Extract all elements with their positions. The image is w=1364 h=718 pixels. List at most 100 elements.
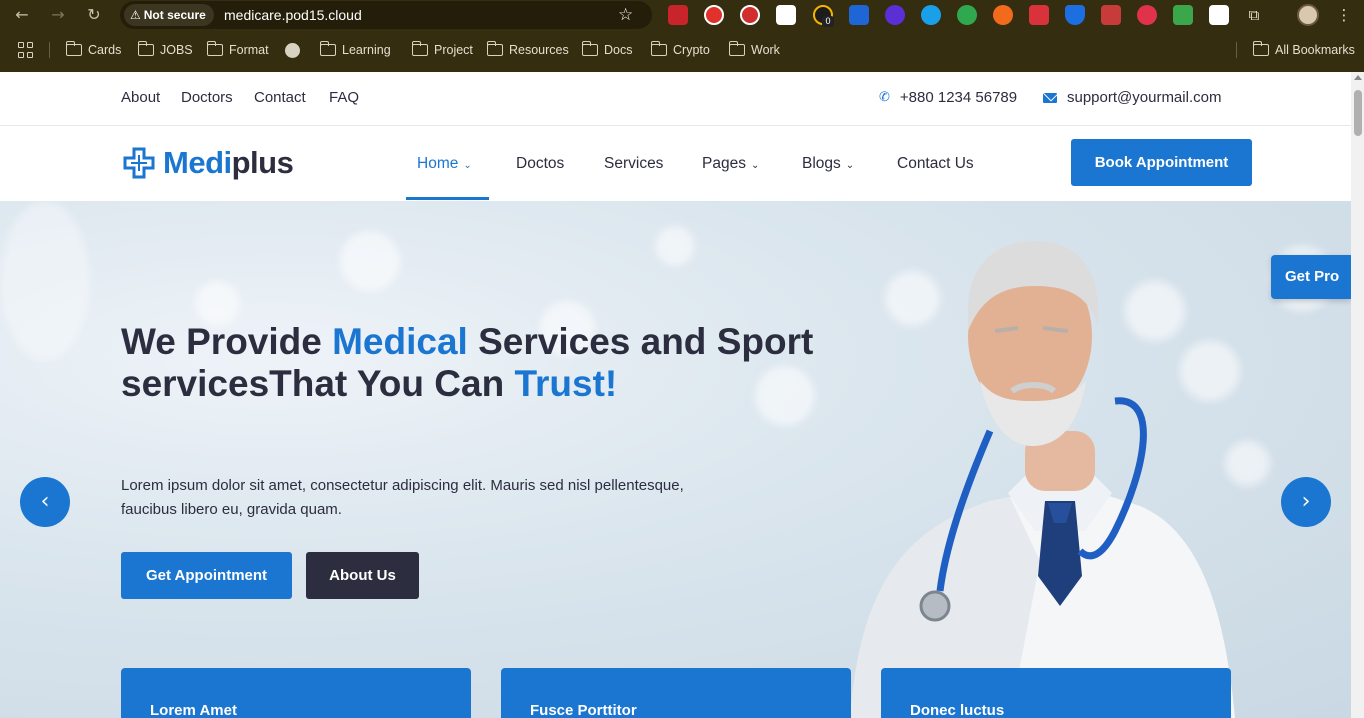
active-nav-indicator [406, 197, 489, 200]
qr-code-icon[interactable] [1209, 5, 1229, 25]
scrollbar-thumb[interactable] [1354, 90, 1362, 136]
web-page: About Doctors Contact FAQ ✆ +880 1234 56… [0, 72, 1351, 718]
topbar-link-doctors[interactable]: Doctors [181, 89, 233, 106]
extension-icon-1[interactable] [668, 5, 688, 25]
bokeh-light [655, 226, 695, 266]
hero-title-highlight: Medical [332, 321, 468, 362]
doctor-photo [850, 241, 1235, 718]
extension-icon-14[interactable] [1137, 5, 1157, 25]
extension-icon-9[interactable] [957, 5, 977, 25]
apps-grid-icon[interactable] [18, 42, 34, 58]
feature-card[interactable]: Fusce Porttitor [501, 668, 851, 718]
reload-icon[interactable]: ↻ [83, 4, 105, 26]
bookmarks-divider [49, 42, 50, 58]
extension-icon-2[interactable] [704, 5, 724, 25]
bookmark-star-icon[interactable]: ☆ [618, 4, 633, 26]
get-appointment-button[interactable]: Get Appointment [121, 552, 292, 599]
folder-icon [206, 41, 223, 56]
bookmark-project[interactable]: Project [411, 39, 473, 61]
nav-contact-us[interactable]: Contact Us [897, 155, 974, 173]
scroll-up-arrow-icon[interactable] [1354, 75, 1362, 80]
chevron-right-icon: › [1301, 489, 1311, 514]
topbar-link-contact[interactable]: Contact [254, 89, 306, 106]
adblock-icon[interactable] [740, 5, 760, 25]
bookmark-work[interactable]: Work [728, 39, 780, 61]
page-scrollbar[interactable] [1351, 72, 1364, 718]
nav-home[interactable]: Home ⌄ [417, 155, 472, 173]
email-contact[interactable]: support@yourmail.com [1043, 89, 1221, 106]
url-text[interactable]: medicare.pod15.cloud [224, 1, 362, 29]
feature-card[interactable]: Lorem Amet [121, 668, 471, 718]
slider-prev-button[interactable]: ‹ [20, 477, 70, 527]
forward-icon[interactable]: → [47, 4, 69, 26]
folder-icon [1252, 41, 1269, 56]
extensions-puzzle-icon[interactable]: ⧉ [1243, 4, 1265, 26]
feature-title: Fusce Porttitor [530, 702, 637, 718]
medical-cross-icon [123, 147, 155, 179]
feature-title: Donec luctus [910, 702, 1005, 718]
phone-icon: ✆ [879, 90, 890, 105]
chevron-down-icon: ⌄ [750, 160, 760, 171]
bookmark-crypto[interactable]: Crypto [650, 39, 710, 61]
security-indicator[interactable]: ⚠ Not secure [124, 4, 214, 26]
top-bar: About Doctors Contact FAQ ✆ +880 1234 56… [0, 72, 1351, 126]
hero-title-highlight: Trust! [514, 363, 618, 404]
nav-services[interactable]: Services [604, 155, 663, 173]
browser-menu-icon[interactable]: ⋮ [1333, 4, 1355, 26]
main-navigation: Mediplus Home ⌄ Doctos Services Pages ⌄ Bl… [0, 127, 1351, 201]
folder-icon [650, 41, 667, 56]
folder-icon [411, 41, 428, 56]
site-logo[interactable]: Mediplus [123, 145, 294, 181]
extension-icon-10[interactable] [993, 5, 1013, 25]
hero-title: We Provide Medical Services and Sport se… [121, 321, 814, 404]
shield-icon[interactable] [1065, 5, 1085, 25]
topbar-link-faq[interactable]: FAQ [329, 89, 359, 106]
back-icon[interactable]: ← [11, 4, 33, 26]
topbar-link-about[interactable]: About [121, 89, 160, 106]
envelope-icon [1043, 92, 1057, 103]
phone-contact[interactable]: ✆ +880 1234 56789 [879, 89, 1017, 106]
book-appointment-button[interactable]: Book Appointment [1071, 139, 1252, 186]
bookmarks-divider-right [1236, 42, 1237, 58]
nav-doctos[interactable]: Doctos [516, 155, 564, 173]
warning-icon: ⚠ [130, 8, 141, 22]
folder-icon [319, 41, 336, 56]
logo-text-rest: plus [231, 145, 294, 180]
nav-pages[interactable]: Pages ⌄ [702, 155, 759, 173]
extension-icon-4[interactable] [776, 5, 796, 25]
bokeh-light [340, 231, 400, 291]
globe-icon[interactable] [285, 43, 300, 58]
folder-icon [137, 41, 154, 56]
extension-icon-6[interactable] [849, 5, 869, 25]
bookmark-resources[interactable]: Resources [486, 39, 569, 61]
bookmark-format[interactable]: Format [206, 39, 269, 61]
extension-icon-7[interactable] [885, 5, 905, 25]
bookmark-docs[interactable]: Docs [581, 39, 632, 61]
bookmark-cards[interactable]: Cards [65, 39, 121, 61]
profile-avatar[interactable] [1297, 4, 1319, 26]
chevron-down-icon: ⌄ [845, 160, 855, 171]
nav-blogs[interactable]: Blogs ⌄ [802, 155, 854, 173]
slider-next-button[interactable]: › [1281, 477, 1331, 527]
folder-icon [65, 41, 82, 56]
chevron-down-icon: ⌄ [463, 160, 472, 171]
extension-icon-13[interactable] [1101, 5, 1121, 25]
about-us-button[interactable]: About Us [306, 552, 419, 599]
address-bar[interactable]: ⚠ Not secure medicare.pod15.cloud ☆ [120, 1, 652, 29]
bokeh-light [195, 281, 240, 326]
get-pro-button[interactable]: Get Pro [1271, 255, 1351, 299]
bookmark-jobs[interactable]: JOBS [137, 39, 193, 61]
extension-badge: 0 [822, 16, 834, 27]
bookmark-learning[interactable]: Learning [319, 39, 391, 61]
feature-card[interactable]: Donec luctus [881, 668, 1231, 718]
extension-icon-8[interactable] [921, 5, 941, 25]
extension-icon-11[interactable] [1029, 5, 1049, 25]
bokeh-light [0, 201, 90, 361]
hero-description: Lorem ipsum dolor sit amet, consectetur … [121, 477, 684, 518]
folder-icon [728, 41, 745, 56]
all-bookmarks[interactable]: All Bookmarks [1252, 39, 1355, 61]
folder-icon [581, 41, 598, 56]
chevron-left-icon: ‹ [40, 489, 50, 514]
extension-icon-15[interactable] [1173, 5, 1193, 25]
feature-title: Lorem Amet [150, 702, 237, 718]
